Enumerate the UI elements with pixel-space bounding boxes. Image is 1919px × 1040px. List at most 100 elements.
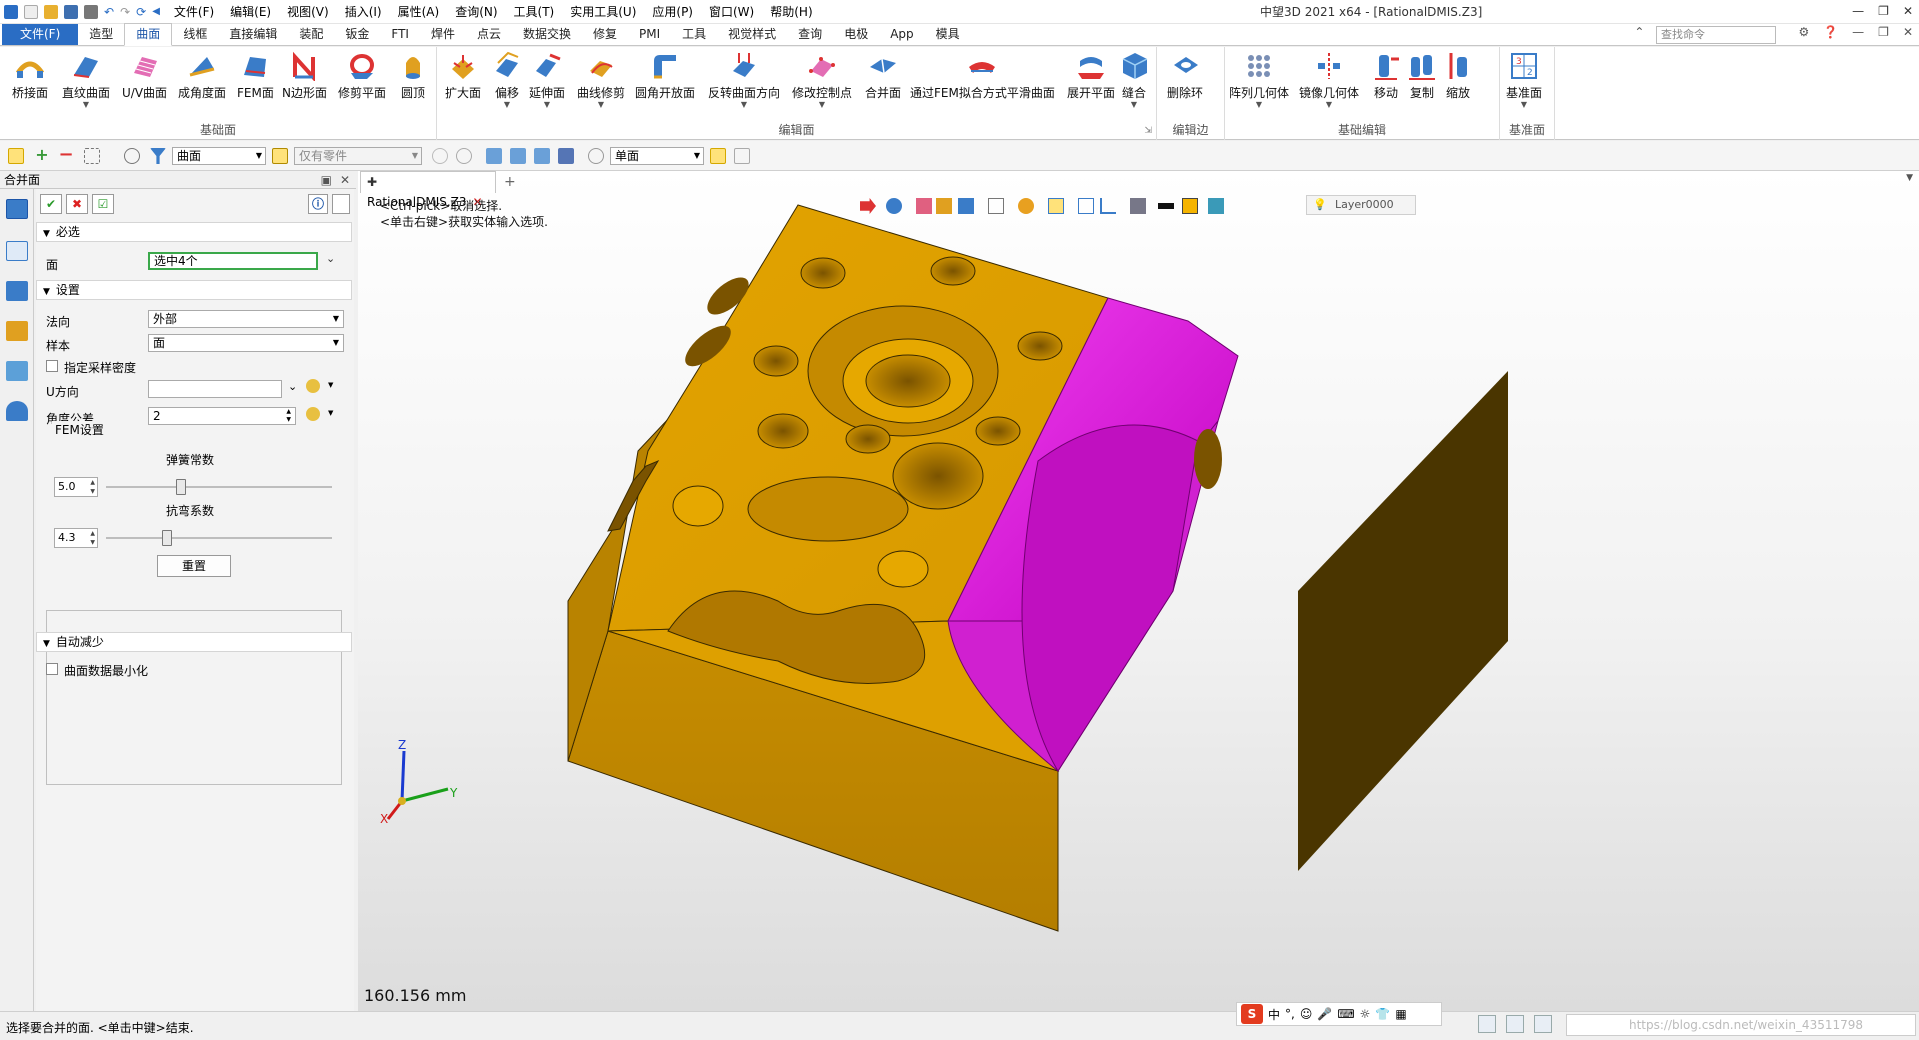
- settings-gear-icon[interactable]: ⚙: [1798, 25, 1809, 39]
- n-sided-face-button[interactable]: N边形面: [282, 51, 327, 101]
- move-button[interactable]: 移动: [1371, 51, 1401, 101]
- menu-attribute[interactable]: 属性(A): [390, 0, 448, 24]
- command-search-input[interactable]: 查找命令: [1656, 26, 1776, 44]
- extend-face-button[interactable]: 延伸面 ▼: [529, 51, 565, 109]
- section-required-header[interactable]: ▼ 必选: [36, 222, 352, 242]
- redo-icon[interactable]: ↷: [120, 5, 130, 19]
- pick-icon[interactable]: [432, 148, 448, 164]
- tools-grid-icon[interactable]: ▦: [1395, 1007, 1406, 1021]
- reverse-surface-direction-button[interactable]: 反转曲面方向 ▼: [708, 51, 780, 109]
- undo-icon[interactable]: ↶: [104, 5, 114, 19]
- spring-constant-input[interactable]: 5.0 ▲ ▼: [54, 477, 98, 497]
- modify-control-points-button[interactable]: 修改控制点 ▼: [792, 51, 852, 109]
- fillet-open-face-button[interactable]: 圆角开放面: [635, 51, 695, 101]
- tab-query[interactable]: 查询: [787, 24, 833, 45]
- cursor-icon[interactable]: [710, 148, 726, 164]
- bridge-face-button[interactable]: 桥接面: [12, 51, 48, 101]
- menu-insert[interactable]: 插入(I): [337, 0, 390, 24]
- doc-minimize-icon[interactable]: —: [1852, 25, 1864, 39]
- tab-assembly[interactable]: 装配: [288, 24, 334, 45]
- chevron-down-icon[interactable]: ▼: [792, 101, 852, 109]
- app-logo-icon[interactable]: [4, 4, 18, 19]
- part-filter-combo[interactable]: 仅有零件 ▼: [294, 147, 422, 165]
- reset-button[interactable]: 重置: [157, 555, 231, 577]
- tab-pointcloud[interactable]: 点云: [466, 24, 512, 45]
- chevron-down-icon[interactable]: ▼: [1299, 101, 1359, 109]
- chevron-down-icon[interactable]: ▼: [328, 381, 333, 389]
- filter-combo[interactable]: 曲面 ▼: [172, 147, 266, 165]
- tab-pmi[interactable]: PMI: [628, 24, 671, 45]
- open-folder-icon[interactable]: [44, 4, 58, 19]
- tab-wireframe[interactable]: 线框: [172, 24, 218, 45]
- tab-direct-edit[interactable]: 直接编辑: [218, 24, 288, 45]
- stitch-button[interactable]: 缝合 ▼: [1119, 51, 1149, 109]
- bending-slider-track[interactable]: [106, 537, 332, 539]
- menu-edit[interactable]: 编辑(E): [222, 0, 279, 24]
- shirt-icon[interactable]: 👕: [1375, 1007, 1390, 1021]
- punctuation-icon[interactable]: °,: [1285, 1007, 1295, 1021]
- ime-language[interactable]: 中: [1268, 1006, 1280, 1023]
- ruled-surface-button[interactable]: 直纹曲面 ▼: [62, 51, 110, 109]
- offset-button[interactable]: 偏移 ▼: [492, 51, 522, 109]
- u-direction-input[interactable]: [148, 380, 282, 398]
- align-center-icon[interactable]: [510, 148, 526, 164]
- dome-button[interactable]: 圆顶: [398, 51, 428, 101]
- command-tab-icon[interactable]: [6, 199, 28, 219]
- section-settings-header[interactable]: ▼ 设置: [36, 280, 352, 300]
- enlarge-face-button[interactable]: 扩大面: [445, 51, 481, 101]
- scale-button[interactable]: 缩放: [1443, 51, 1473, 101]
- normal-select[interactable]: 外部 ▼: [148, 310, 344, 328]
- chevron-down-icon[interactable]: ▼: [1229, 101, 1289, 109]
- chevron-down-icon[interactable]: ▼: [1506, 101, 1542, 109]
- help-page-icon[interactable]: [332, 194, 350, 214]
- sample-density-checkbox[interactable]: [46, 360, 58, 372]
- section-auto-reduce-header[interactable]: ▼ 自动减少: [36, 632, 352, 652]
- direction-picker-icon[interactable]: [306, 379, 320, 393]
- expand-options-icon[interactable]: ⌄: [288, 380, 297, 393]
- unfold-plane-button[interactable]: 展开平面: [1067, 51, 1115, 101]
- chevron-down-icon[interactable]: ▼: [492, 101, 522, 109]
- variable-picker-icon[interactable]: [306, 407, 320, 421]
- fem-smooth-surface-button[interactable]: 通过FEM拟合方式平滑曲面: [910, 51, 1055, 101]
- curve-trim-button[interactable]: 曲线修剪 ▼: [577, 51, 625, 109]
- tab-surface[interactable]: 曲面: [124, 23, 173, 46]
- pick-tool-icon[interactable]: [734, 148, 750, 164]
- menu-apply[interactable]: 应用(P): [644, 0, 701, 24]
- chevron-down-icon[interactable]: ▼: [529, 101, 565, 109]
- spinner-arrows-icon[interactable]: ▲ ▼: [286, 408, 291, 424]
- view-manager-icon[interactable]: [6, 361, 28, 381]
- select-pointer-icon[interactable]: [8, 148, 24, 164]
- expand-options-icon[interactable]: ⌄: [326, 252, 335, 265]
- part-icon[interactable]: [6, 321, 28, 341]
- tab-sheetmetal[interactable]: 钣金: [334, 24, 380, 45]
- history-tree-icon[interactable]: [6, 241, 28, 261]
- mirror-geometry-button[interactable]: 镜像几何体 ▼: [1299, 51, 1359, 109]
- spring-slider-thumb[interactable]: [175, 479, 186, 495]
- assembly-tree-icon[interactable]: [6, 281, 28, 301]
- emoji-icon[interactable]: ☺: [1300, 1007, 1313, 1021]
- menu-utilities[interactable]: 实用工具(U): [562, 0, 644, 24]
- datum-plane-button[interactable]: 32 基准面 ▼: [1506, 51, 1542, 109]
- copy-button[interactable]: 复制: [1407, 51, 1437, 101]
- new-file-icon[interactable]: [24, 4, 38, 19]
- align-left-icon[interactable]: [486, 148, 502, 164]
- box-select-icon[interactable]: [84, 148, 100, 164]
- window-icon[interactable]: [1534, 1015, 1552, 1033]
- history-icon[interactable]: [588, 148, 604, 164]
- tab-electrode[interactable]: 电极: [833, 24, 879, 45]
- tab-mold[interactable]: 模具: [925, 24, 971, 45]
- doc-restore-icon[interactable]: ❐: [1878, 25, 1889, 39]
- minimize-surface-data-checkbox[interactable]: [46, 663, 58, 675]
- model-3d[interactable]: Y Z X: [358, 171, 1919, 1011]
- lasso-select-icon[interactable]: [124, 148, 140, 164]
- pattern-geometry-button[interactable]: 阵列几何体 ▼: [1229, 51, 1289, 109]
- refresh-icon[interactable]: ⟳: [136, 5, 146, 19]
- tab-data-exchange[interactable]: 数据交换: [512, 24, 582, 45]
- confirm-check-icon[interactable]: ✔: [40, 194, 62, 214]
- tab-weldment[interactable]: 焊件: [420, 24, 466, 45]
- group-expand-icon[interactable]: ⇲: [1144, 126, 1152, 136]
- angle-tolerance-input[interactable]: 2 ▲ ▼: [148, 407, 296, 425]
- menu-help[interactable]: 帮助(H): [762, 0, 820, 24]
- tab-modeling[interactable]: 造型: [78, 24, 124, 45]
- close-icon[interactable]: ✕: [1903, 0, 1913, 22]
